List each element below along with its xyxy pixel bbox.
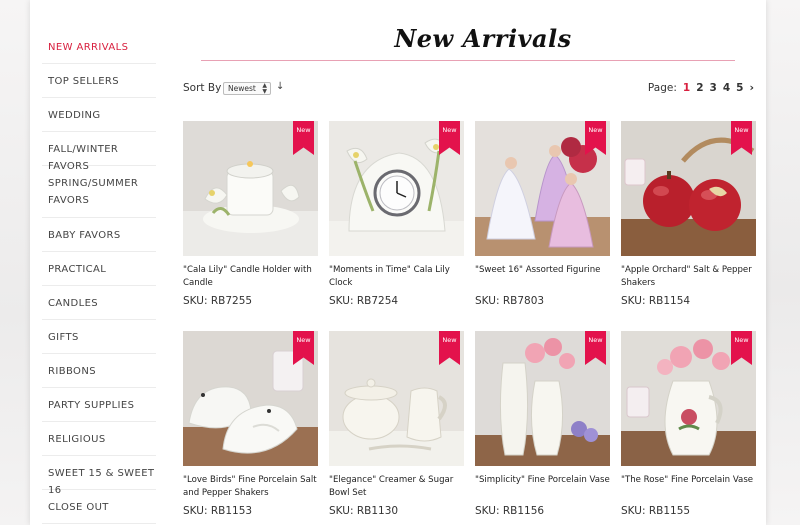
- sidebar-item-practical[interactable]: PRACTICAL: [42, 252, 156, 286]
- product-name[interactable]: "Elegance" Creamer & Sugar Bowl Set: [329, 474, 464, 502]
- sidebar-item-top-sellers[interactable]: TOP SELLERS: [42, 64, 156, 98]
- product-image[interactable]: New: [621, 121, 756, 256]
- sidebar-item-party-supplies[interactable]: PARTY SUPPLIES: [42, 388, 156, 422]
- page-label: Page:: [647, 81, 677, 94]
- product-sku: SKU: RB7803: [475, 295, 545, 307]
- product-sku: SKU: RB1153: [183, 505, 253, 517]
- sidebar-item-candles[interactable]: CANDLES: [42, 286, 156, 320]
- sidebar-item-baby-favors[interactable]: BABY FAVORS: [42, 218, 156, 252]
- product-sku: SKU: RB7255: [183, 295, 253, 307]
- product-name[interactable]: "Apple Orchard" Salt & Pepper Shakers: [621, 264, 756, 292]
- background-right: [766, 0, 800, 525]
- category-sidebar: NEW ARRIVALS TOP SELLERS WEDDING FALL/WI…: [42, 30, 156, 524]
- product-card[interactable]: New "Simplicity" Fine Porcelain Vase SKU…: [475, 331, 610, 517]
- product-image[interactable]: New: [621, 331, 756, 466]
- product-sku: SKU: RB1130: [329, 505, 399, 517]
- product-card[interactable]: New "Cala Lily" Candle Holder with Candl…: [183, 121, 318, 307]
- product-card[interactable]: New "Elegance" Creamer & Sugar Bowl Set …: [329, 331, 464, 517]
- sort-select[interactable]: Newest ▲ ▼: [223, 82, 271, 95]
- product-image[interactable]: New: [183, 121, 318, 256]
- sort-by-label: Sort By: [183, 82, 222, 94]
- background-left: [0, 0, 30, 525]
- product-name[interactable]: "Sweet 16" Assorted Figurine: [475, 264, 610, 292]
- product-sku: SKU: RB7254: [329, 295, 399, 307]
- sidebar-item-fall-winter-favors[interactable]: FALL/WINTER FAVORS: [42, 132, 156, 172]
- sort-direction-icon[interactable]: ↓: [276, 81, 284, 92]
- sidebar-item-new-arrivals[interactable]: NEW ARRIVALS: [42, 30, 156, 64]
- sidebar-item-sweet-15-sweet-16[interactable]: SWEET 15 & SWEET 16: [42, 456, 156, 496]
- sidebar-item-gifts[interactable]: GIFTS: [42, 320, 156, 354]
- product-image[interactable]: New: [475, 121, 610, 256]
- product-name[interactable]: "The Rose" Fine Porcelain Vase: [621, 474, 756, 502]
- product-name[interactable]: "Simplicity" Fine Porcelain Vase: [475, 474, 610, 502]
- page-link-4[interactable]: 4: [723, 82, 730, 94]
- select-caret-icon: ▲ ▼: [262, 82, 267, 95]
- product-sku: SKU: RB1155: [621, 505, 691, 517]
- page-link-3[interactable]: 3: [710, 82, 717, 94]
- product-image[interactable]: New: [329, 121, 464, 256]
- content-panel: NEW ARRIVALS TOP SELLERS WEDDING FALL/WI…: [30, 0, 766, 525]
- product-card[interactable]: New "The Rose" Fine Porcelain Vase SKU: …: [621, 331, 756, 517]
- pagination: Page: 1 2 3 4 5 ›: [648, 81, 754, 94]
- product-image[interactable]: New: [329, 331, 464, 466]
- product-sku: SKU: RB1154: [621, 295, 691, 307]
- product-name[interactable]: "Moments in Time" Cala Lily Clock: [329, 264, 464, 292]
- product-name[interactable]: "Love Birds" Fine Porcelain Salt and Pep…: [183, 474, 318, 502]
- product-name[interactable]: "Cala Lily" Candle Holder with Candle: [183, 264, 318, 292]
- product-card[interactable]: New "Sweet 16" Assorted Figurine SKU: RB…: [475, 121, 610, 307]
- title-divider: [201, 60, 735, 61]
- page-link-2[interactable]: 2: [696, 82, 703, 94]
- product-image[interactable]: New: [183, 331, 318, 466]
- product-card[interactable]: New "Moments in Time" Cala Lily Clock SK…: [329, 121, 464, 307]
- sidebar-item-wedding[interactable]: WEDDING: [42, 98, 156, 132]
- sort-select-value: Newest: [228, 84, 256, 93]
- sidebar-item-religious[interactable]: RELIGIOUS: [42, 422, 156, 456]
- page-title: New Arrivals: [394, 24, 572, 53]
- sidebar-item-ribbons[interactable]: RIBBONS: [42, 354, 156, 388]
- product-card[interactable]: New "Love Birds" Fine Porcelain Salt and…: [183, 331, 318, 517]
- page-link-1[interactable]: 1: [683, 82, 690, 94]
- product-sku: SKU: RB1156: [475, 505, 545, 517]
- product-card[interactable]: New "Apple Orchard" Salt & Pepper Shaker…: [621, 121, 756, 307]
- product-image[interactable]: New: [475, 331, 610, 466]
- next-page-icon[interactable]: ›: [749, 81, 754, 94]
- page-link-5[interactable]: 5: [736, 82, 743, 94]
